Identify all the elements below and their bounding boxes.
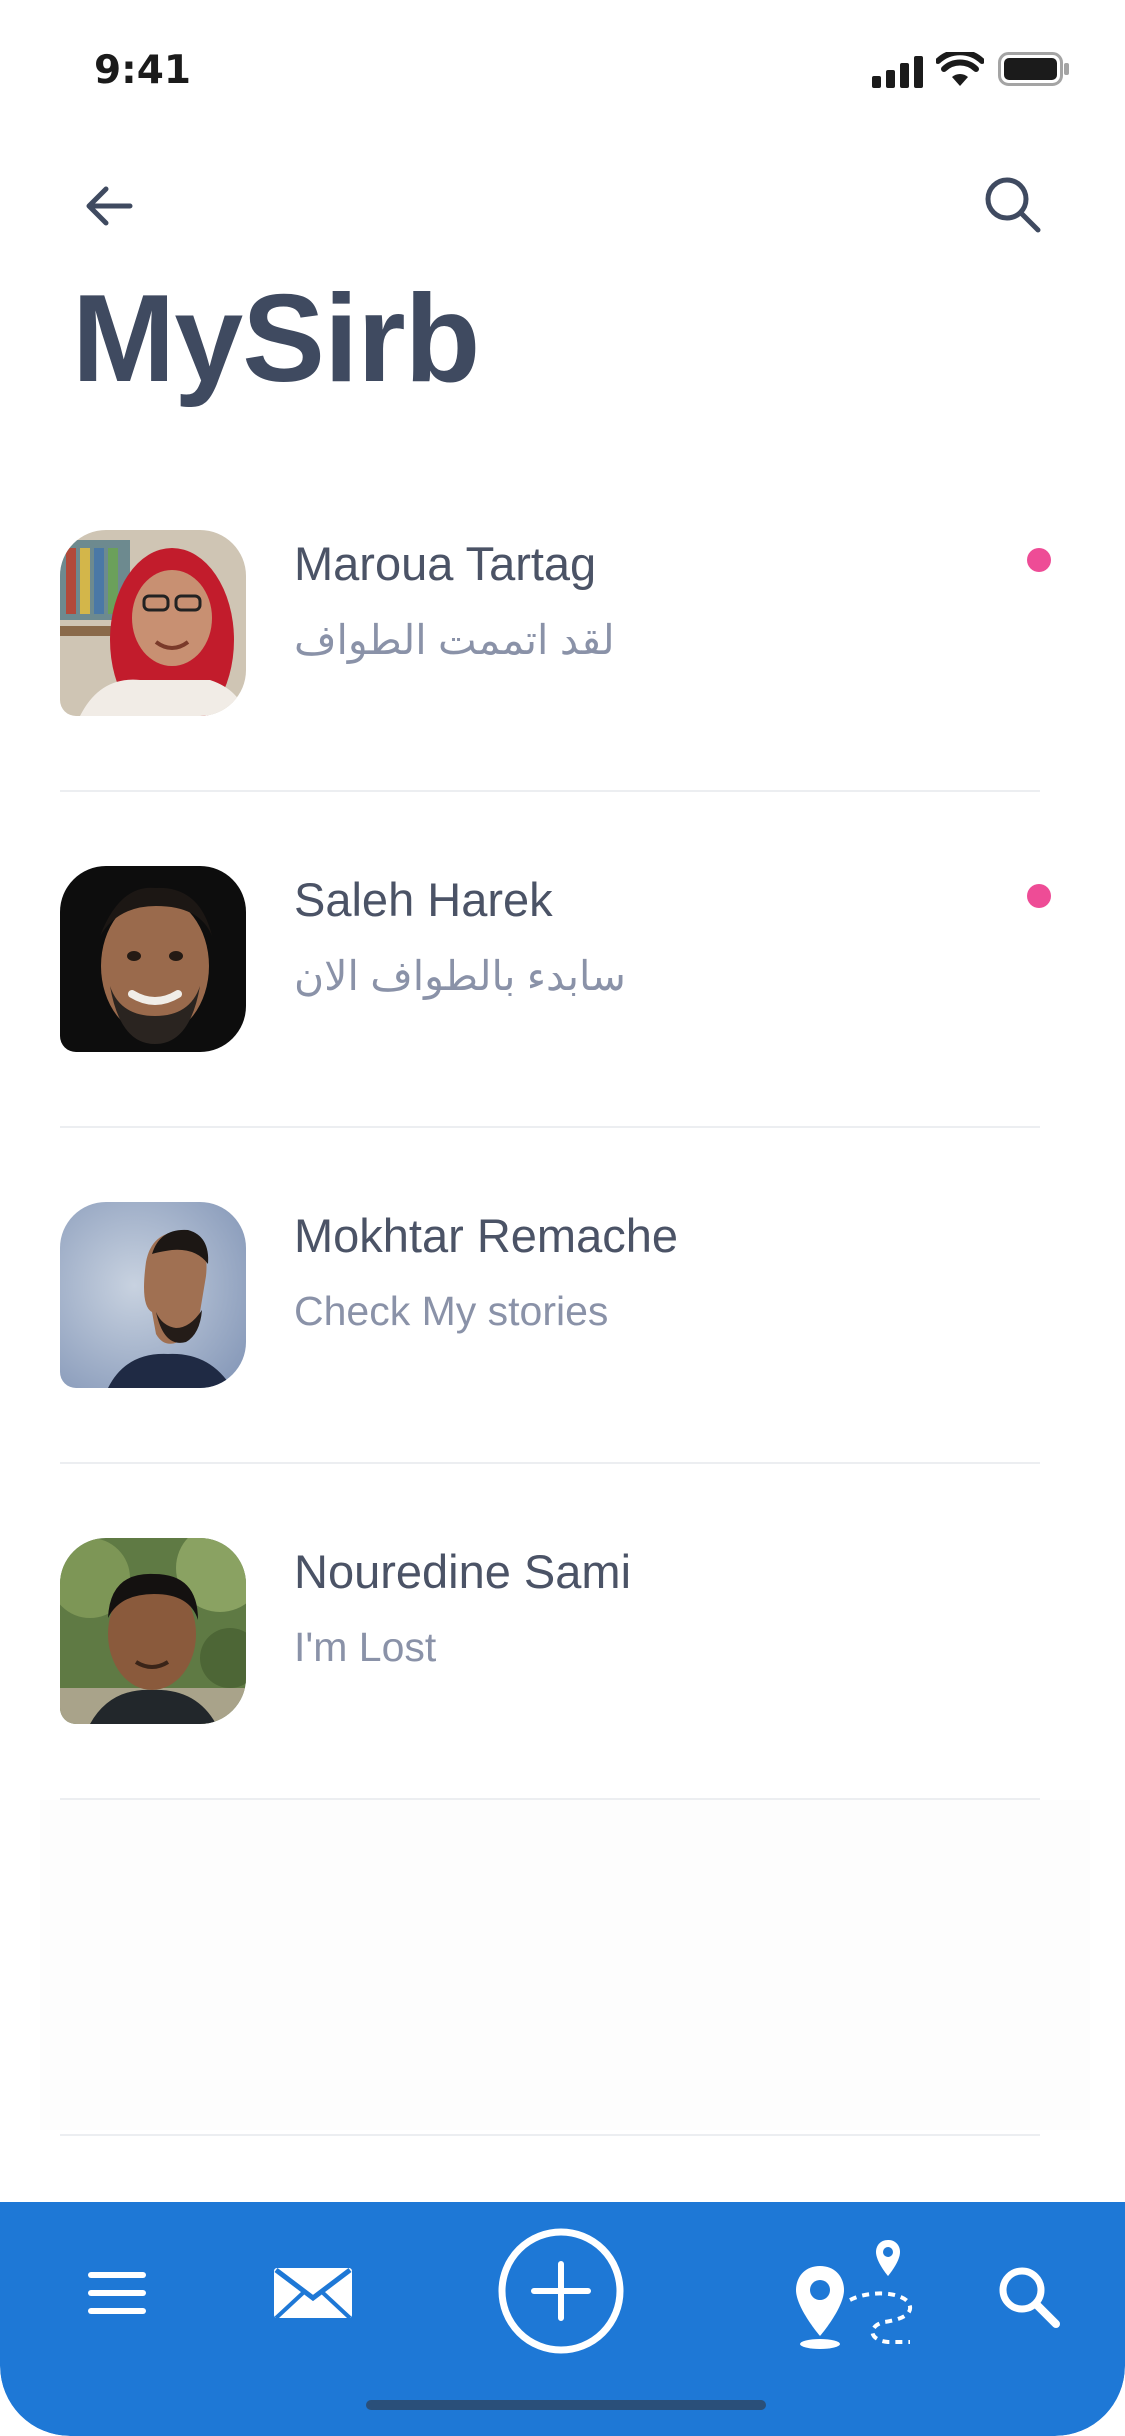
route-map-icon[interactable] [790,2236,920,2352]
page-title: MySirb [72,270,480,408]
contact-name: Maroua Tartag [294,537,597,590]
add-icon[interactable] [496,2226,626,2356]
status-time: 9:41 [94,48,192,93]
menu-icon[interactable] [86,2268,148,2318]
wifi-icon [936,52,984,86]
avatar[interactable] [60,530,246,716]
contact-name: Nouredine Sami [294,1545,632,1598]
avatar[interactable] [60,866,246,1052]
search-icon[interactable] [980,172,1044,236]
unread-indicator [1027,548,1051,572]
search-icon[interactable] [996,2264,1062,2330]
chat-row[interactable]: Mokhtar Remache Check My stories [0,1192,1125,1528]
last-message: I'm Lost [294,1624,437,1670]
chat-row[interactable]: Maroua Tartag لقد اتممت الطواف [0,520,1125,856]
divider [60,1126,1040,1128]
divider [60,1462,1040,1464]
battery-icon [998,52,1069,86]
signal-icon [872,56,923,88]
last-message: Check My stories [294,1288,609,1334]
divider [60,2134,1040,2136]
unread-indicator [1027,884,1051,908]
divider [60,790,1040,792]
home-indicator [366,2400,766,2410]
avatar[interactable] [60,1538,246,1724]
empty-list-area [40,1800,1090,2130]
back-arrow-icon[interactable] [80,176,140,236]
contact-name: Saleh Harek [294,873,553,926]
last-message: لقد اتممت الطواف [294,617,615,663]
last-message: سابدء بالطواف الان [294,953,626,999]
chat-row[interactable]: Saleh Harek سابدء بالطواف الان [0,856,1125,1192]
avatar[interactable] [60,1202,246,1388]
mail-icon[interactable] [272,2264,354,2322]
contact-name: Mokhtar Remache [294,1209,678,1262]
app-screen: 9:41 MySirb Maroua Tartag لقد اتممت الطو… [0,0,1125,2436]
